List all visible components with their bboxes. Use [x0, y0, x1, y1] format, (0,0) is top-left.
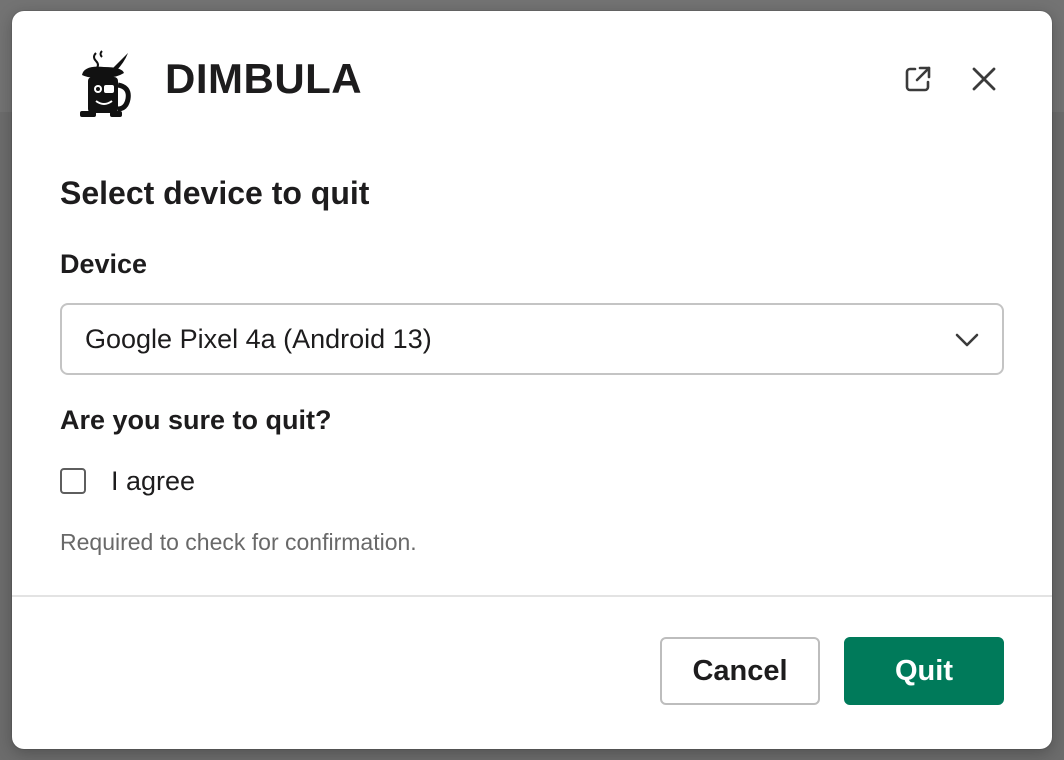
chevron-down-icon — [955, 333, 979, 347]
app-name: DIMBULA — [165, 55, 363, 102]
footer-divider — [12, 595, 1052, 597]
agree-checkbox-row[interactable]: I agree — [60, 463, 195, 499]
confirm-question: Are you sure to quit? — [60, 405, 332, 435]
confirmation-hint: Required to check for confirmation. — [60, 529, 417, 555]
agree-checkbox-label[interactable]: I agree — [111, 466, 195, 497]
close-dialog-button[interactable] — [962, 57, 1006, 101]
dialog-header: DIMBULA — [12, 11, 1052, 151]
device-field-label: Device — [60, 249, 148, 279]
close-icon — [972, 67, 996, 91]
device-select[interactable]: Google Pixel 4a (Android 13) — [60, 303, 1004, 375]
app-logo-icon — [80, 50, 131, 117]
device-select-value: Google Pixel 4a (Android 13) — [85, 324, 432, 354]
quit-button[interactable]: Quit — [844, 637, 1004, 705]
quit-device-dialog: DIMBULA Select device to quit Device Goo… — [12, 11, 1052, 749]
dialog-title: Select device to quit — [60, 175, 370, 211]
agree-checkbox[interactable] — [60, 468, 86, 494]
open-in-new-window-button[interactable] — [896, 57, 940, 101]
external-link-icon — [905, 66, 931, 92]
cancel-button[interactable]: Cancel — [660, 637, 820, 705]
